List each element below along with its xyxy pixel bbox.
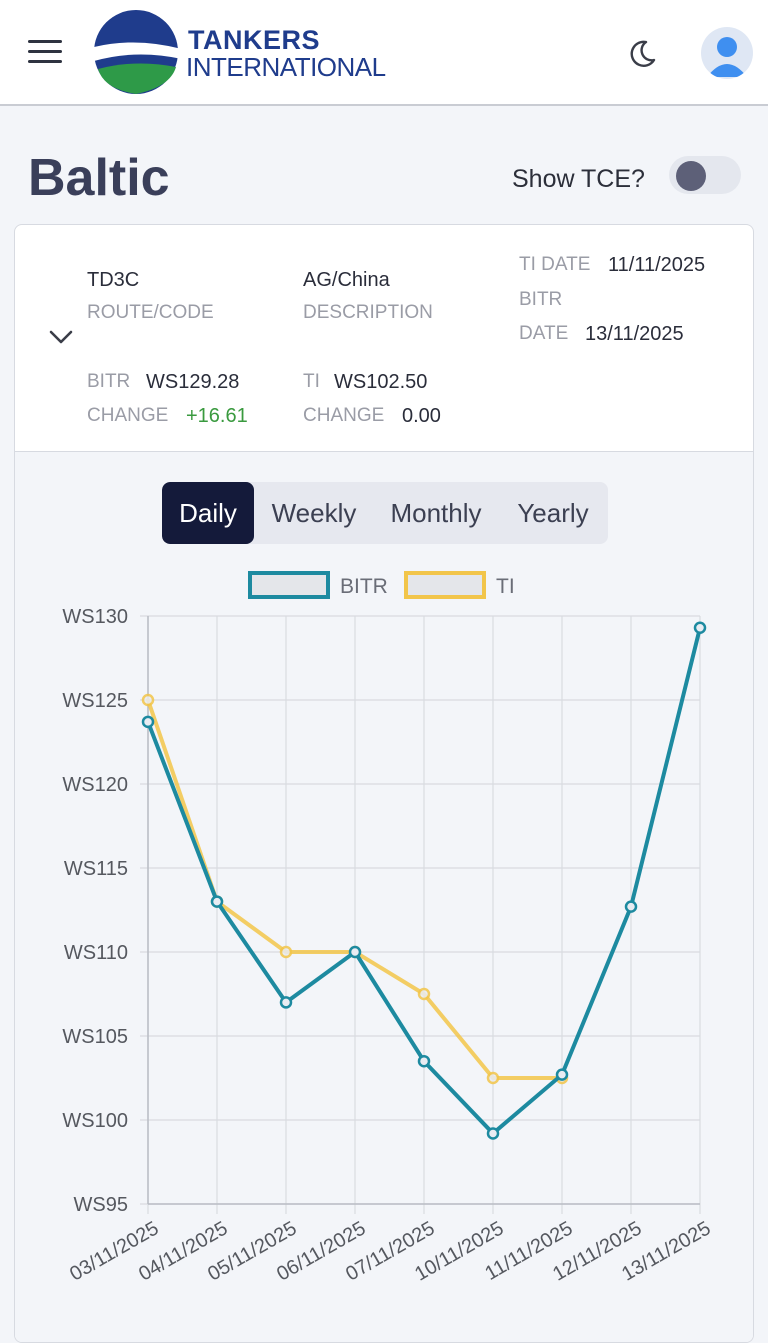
data-point-ti [486,1071,500,1085]
data-point-bitr [693,621,707,635]
legend-swatch-ti [404,571,486,599]
data-point-bitr [486,1127,500,1140]
y-tick-label: WS100 [62,1110,128,1132]
legend-label-ti: TI [496,575,515,598]
data-point-bitr [555,1068,569,1081]
data-point-bitr [279,996,293,1009]
data-point-bitr [348,945,362,959]
data-point-bitr [141,715,155,729]
y-tick-label: WS120 [62,774,128,796]
y-tick-label: WS105 [62,1026,128,1048]
legend-swatch-bitr [248,571,330,599]
legend-label-bitr: BITR [340,575,388,598]
y-tick-label: WS130 [62,606,128,628]
data-point-bitr [624,900,638,913]
y-tick-label: WS125 [62,690,128,712]
y-tick-label: WS115 [64,858,128,880]
rates-line-chart: WS130WS125WS120WS115WS110WS105WS100WS950… [62,571,715,1286]
data-point-ti [417,987,431,1001]
y-tick-label: WS95 [74,1194,128,1216]
data-point-bitr [210,895,224,908]
y-tick-label: WS110 [64,942,128,964]
data-point-ti [141,693,155,707]
data-point-bitr [417,1054,431,1068]
data-point-ti [279,945,293,959]
